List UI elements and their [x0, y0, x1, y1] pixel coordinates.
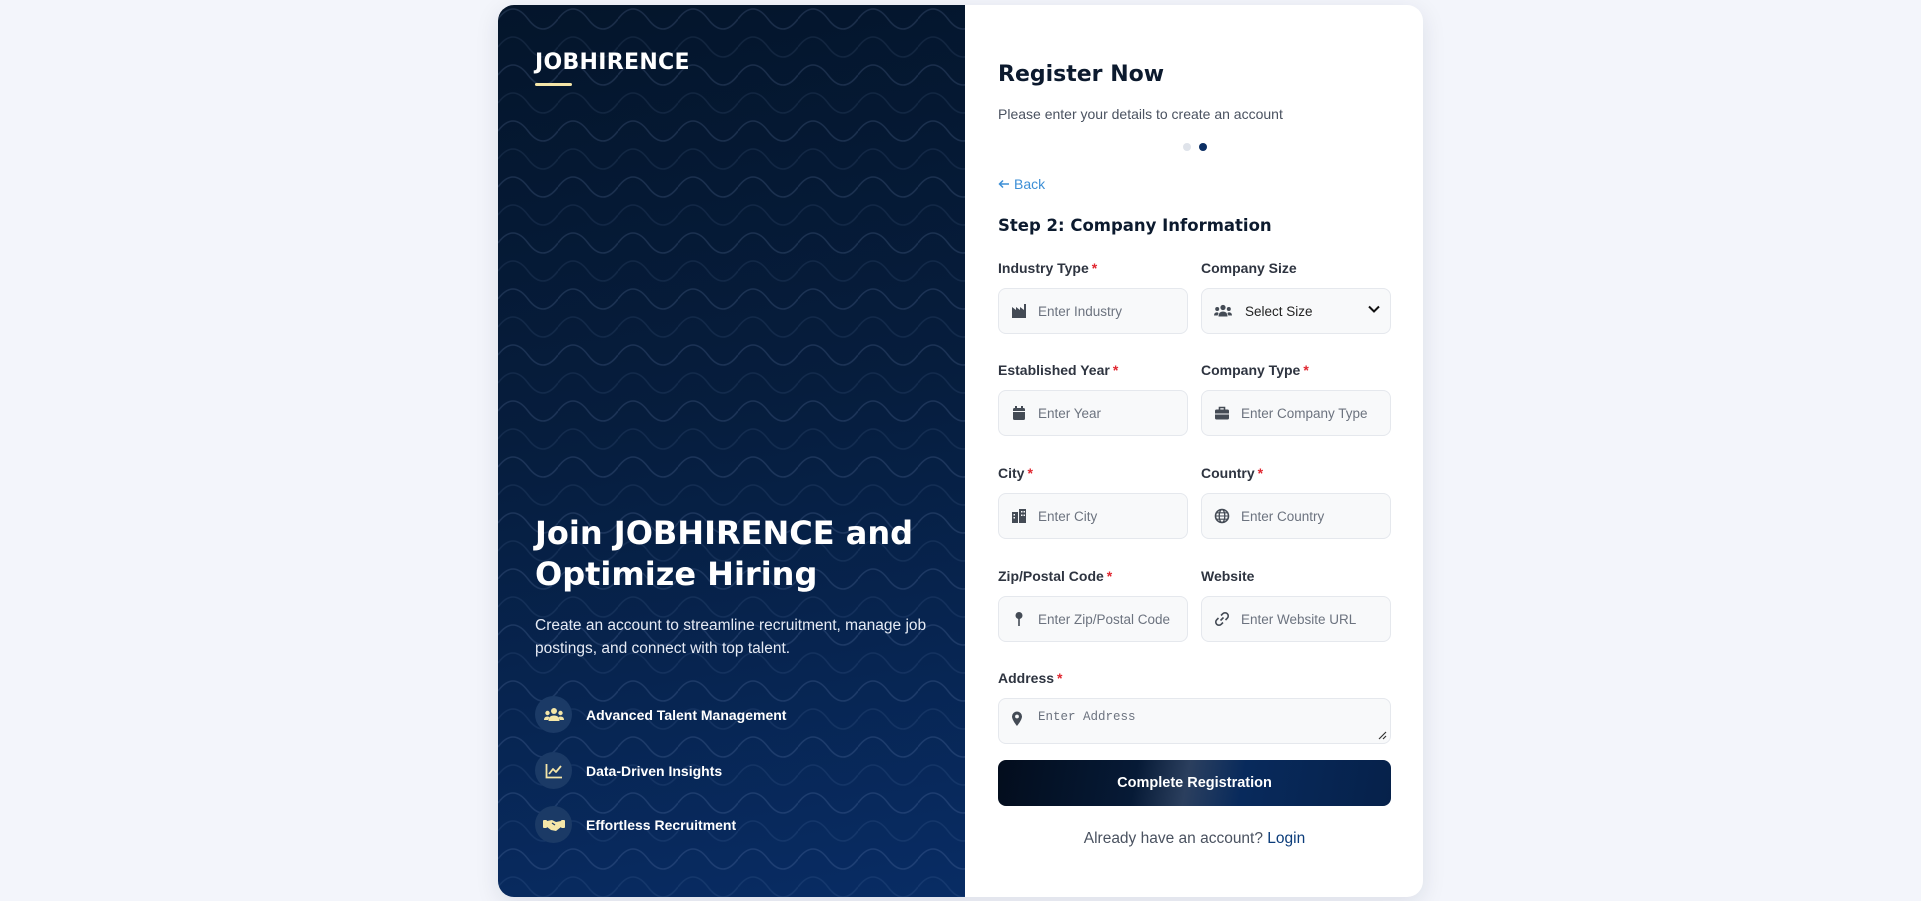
feature-item-talent: Advanced Talent Management — [535, 696, 786, 733]
handshake-icon — [535, 806, 572, 843]
required-marker: * — [1091, 260, 1098, 276]
login-prompt-text: Already have an account? — [1083, 830, 1263, 847]
established-year-label: Established Year — [998, 362, 1110, 378]
register-form-panel: Register Now Please enter your details t… — [965, 5, 1423, 897]
login-link[interactable]: Login — [1267, 830, 1305, 847]
company-size-field: Company Size Select Size — [1201, 260, 1391, 334]
required-marker: * — [1106, 568, 1113, 584]
chevron-down-icon — [1368, 305, 1380, 313]
company-size-label: Company Size — [1201, 260, 1297, 276]
map-pin-icon — [1015, 612, 1023, 626]
company-type-label: Company Type — [1201, 362, 1301, 378]
country-input[interactable] — [1202, 494, 1390, 538]
website-input[interactable] — [1202, 597, 1390, 641]
required-marker: * — [1027, 465, 1033, 481]
link-icon — [1214, 611, 1230, 627]
required-marker: * — [1057, 670, 1063, 686]
established-year-field: Established Year * — [998, 362, 1188, 436]
complete-registration-button[interactable]: Complete Registration — [998, 760, 1391, 806]
login-prompt: Already have an account? Login — [965, 830, 1423, 848]
established-year-input[interactable] — [999, 391, 1187, 435]
city-label: City — [998, 465, 1025, 481]
hero-headline: Join JOBHIRENCE and Optimize Hiring — [535, 514, 914, 593]
calendar-icon — [1013, 406, 1025, 420]
company-type-field: Company Type * — [1201, 362, 1391, 436]
zip-input[interactable] — [999, 597, 1187, 641]
address-label: Address — [998, 670, 1055, 686]
company-size-select[interactable]: Select Size — [1201, 288, 1391, 334]
feature-label: Data-Driven Insights — [586, 762, 723, 779]
brand-underline — [535, 83, 572, 86]
city-icon — [1012, 509, 1026, 523]
step-title: Step 2: Company Information — [998, 216, 1272, 235]
step-dot-2 — [1199, 143, 1207, 151]
hero-panel: JOBHIRENCE Join JOBHIRENCE and Optimize … — [498, 5, 965, 897]
website-label: Website — [1201, 568, 1255, 584]
required-marker: * — [1303, 362, 1309, 378]
step-dot-1 — [1183, 143, 1191, 151]
website-field: Website — [1201, 568, 1391, 642]
company-type-input[interactable] — [1202, 391, 1390, 435]
form-subtitle: Please enter your details to create an a… — [998, 106, 1283, 122]
feature-item-recruitment: Effortless Recruitment — [535, 806, 736, 843]
city-input[interactable] — [999, 494, 1187, 538]
industry-label: Industry Type — [998, 260, 1089, 276]
resize-grip-icon[interactable] — [1377, 730, 1387, 740]
arrow-left-icon — [998, 179, 1009, 189]
globe-icon — [1214, 508, 1230, 524]
country-field: Country * — [1201, 465, 1391, 539]
industry-field: Industry Type * — [998, 260, 1188, 334]
industry-input[interactable] — [999, 289, 1187, 333]
line-chart-icon — [535, 752, 572, 789]
required-marker: * — [1257, 465, 1264, 481]
feature-label: Advanced Talent Management — [586, 706, 787, 723]
address-textarea[interactable] — [999, 699, 1390, 743]
step-indicator — [1183, 143, 1207, 151]
briefcase-icon — [1215, 406, 1229, 420]
zip-field: Zip/Postal Code * — [998, 568, 1188, 642]
country-label: Country — [1201, 465, 1255, 481]
back-button[interactable]: Back — [998, 176, 1045, 192]
required-marker: * — [1112, 362, 1119, 378]
form-title: Register Now — [998, 62, 1165, 87]
location-icon — [1012, 711, 1022, 726]
city-field: City * — [998, 465, 1188, 539]
register-card: JOBHIRENCE Join JOBHIRENCE and Optimize … — [498, 5, 1423, 897]
address-field: Address * — [998, 670, 1391, 744]
feature-item-insights: Data-Driven Insights — [535, 752, 722, 789]
users-icon — [1214, 304, 1232, 317]
feature-label: Effortless Recruitment — [586, 816, 737, 833]
back-label: Back — [1014, 176, 1046, 192]
hero-subtext: Create an account to streamline recruitm… — [535, 617, 927, 657]
users-icon — [535, 696, 572, 733]
brand-logo: JOBHIRENCE — [535, 50, 690, 75]
industry-icon — [1012, 304, 1026, 318]
zip-label: Zip/Postal Code — [998, 568, 1104, 584]
